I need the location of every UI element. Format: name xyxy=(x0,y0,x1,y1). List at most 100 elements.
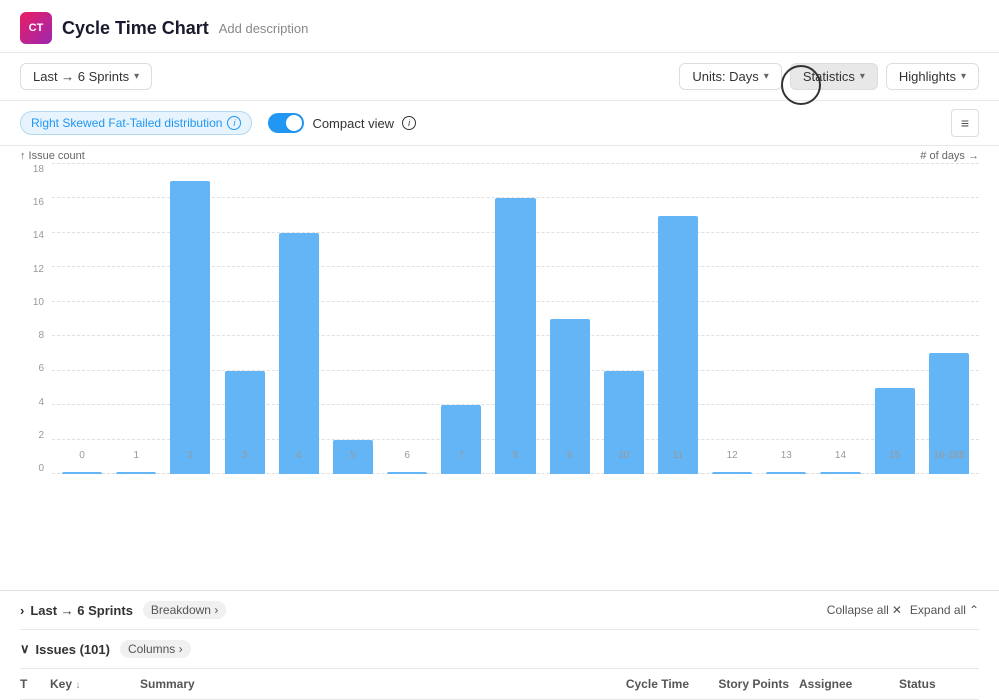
y-tick-6: 6 xyxy=(20,363,48,374)
bar-group-8[interactable] xyxy=(490,164,540,474)
sprint-section-label: Last → 6 Sprints xyxy=(30,603,133,618)
distribution-info-icon[interactable]: i xyxy=(227,116,241,130)
x-tick-7: 7 xyxy=(436,450,486,461)
x-tick-11: 11 xyxy=(653,450,703,461)
y-tick-14: 14 xyxy=(20,230,48,241)
highlights-button[interactable]: Highlights ▾ xyxy=(886,63,979,90)
col-header-status: Status xyxy=(899,677,979,691)
bar-8 xyxy=(495,198,535,474)
sprint-filter-chevron: ▾ xyxy=(134,71,139,82)
x-tick-10: 10 xyxy=(599,450,649,461)
key-sort-icon: ↓ xyxy=(75,680,80,691)
compact-view-toggle[interactable] xyxy=(268,113,304,133)
issues-columns-badge[interactable]: Columns › xyxy=(120,640,191,658)
toolbar: Last → 6 Sprints ▾ Units: Days ▾ Statist… xyxy=(0,53,999,101)
chart-area: ↑ Issue count # of days → 0 2 4 6 8 10 1… xyxy=(0,146,999,590)
statistics-chevron: ▾ xyxy=(860,71,865,82)
chart-options-left: Right Skewed Fat-Tailed distribution i C… xyxy=(20,111,416,135)
statistics-button[interactable]: Statistics ▾ xyxy=(790,63,878,90)
issues-section-header: ∨ Issues (101) Columns › xyxy=(20,630,979,669)
toolbar-right: Units: Days ▾ Statistics ▾ Highlights ▾ xyxy=(679,63,979,90)
x-tick-9: 9 xyxy=(545,450,595,461)
bar-group-16-18$[interactable] xyxy=(924,164,974,474)
statistics-label: Statistics xyxy=(803,69,855,84)
bar-group-6[interactable] xyxy=(382,164,432,474)
x-axis: 012345678910111213141516-18$ xyxy=(52,446,979,474)
bar-group-11[interactable] xyxy=(653,164,703,474)
y-tick-4: 4 xyxy=(20,397,48,408)
bar-group-15[interactable] xyxy=(870,164,920,474)
x-tick-5: 5 xyxy=(328,450,378,461)
y-tick-8: 8 xyxy=(20,330,48,341)
bar-4 xyxy=(279,233,319,474)
toolbar-left: Last → 6 Sprints ▾ xyxy=(20,63,152,90)
sprint-section-header: › Last → 6 Sprints Breakdown › Collapse … xyxy=(20,591,979,630)
x-tick-4: 4 xyxy=(274,450,324,461)
bar-group-12[interactable] xyxy=(707,164,757,474)
bars-container xyxy=(52,164,979,474)
sprint-filter-button[interactable]: Last → 6 Sprints ▾ xyxy=(20,63,152,90)
collapse-all-button[interactable]: Collapse all ✕ xyxy=(827,603,902,617)
x-tick-0: 0 xyxy=(57,450,107,461)
x-axis-label: # of days → xyxy=(920,150,979,162)
compact-view-info-icon[interactable]: i xyxy=(402,116,416,130)
col-header-summary: Summary xyxy=(140,677,589,691)
bar-group-14[interactable] xyxy=(815,164,865,474)
bar-group-0[interactable] xyxy=(57,164,107,474)
add-description-link[interactable]: Add description xyxy=(219,21,309,36)
highlights-label: Highlights xyxy=(899,69,956,84)
y-tick-0: 0 xyxy=(20,463,48,474)
y-tick-2: 2 xyxy=(20,430,48,441)
header: CT Cycle Time Chart Add description xyxy=(0,0,999,53)
sprint-breakdown-badge[interactable]: Breakdown › xyxy=(143,601,226,619)
col-header-cycle-time: Cycle Time xyxy=(599,677,689,691)
export-button[interactable]: ≡ xyxy=(951,109,979,137)
bar-11 xyxy=(658,216,698,474)
export-icon: ≡ xyxy=(961,115,969,131)
x-tick-6: 6 xyxy=(382,450,432,461)
units-chevron: ▾ xyxy=(764,71,769,82)
app-container: CT Cycle Time Chart Add description Last… xyxy=(0,0,999,700)
expand-all-button[interactable]: Expand all ⌃ xyxy=(910,603,979,617)
x-tick-13: 13 xyxy=(761,450,811,461)
issues-section-toggle[interactable]: ∨ Issues (101) xyxy=(20,641,110,657)
col-header-story-points: Story Points xyxy=(699,677,789,691)
bar-group-2[interactable] xyxy=(165,164,215,474)
issues-section-expand-icon: ∨ xyxy=(20,641,30,657)
x-tick-15: 15 xyxy=(870,450,920,461)
bar-group-10[interactable] xyxy=(599,164,649,474)
sections-area: › Last → 6 Sprints Breakdown › Collapse … xyxy=(0,590,999,700)
bar-group-5[interactable] xyxy=(328,164,378,474)
bar-group-4[interactable] xyxy=(274,164,324,474)
units-label: Units: Days xyxy=(692,69,758,84)
x-tick-1: 1 xyxy=(111,450,161,461)
x-tick-14: 14 xyxy=(815,450,865,461)
table-header: T Key ↓ Summary Cycle Time Story Points … xyxy=(20,669,979,700)
chart-inner: 012345678910111213141516-18$ xyxy=(52,164,979,474)
sprint-filter-label: Last → 6 Sprints xyxy=(33,69,129,84)
y-tick-12: 12 xyxy=(20,264,48,275)
y-tick-10: 10 xyxy=(20,297,48,308)
y-tick-18: 18 xyxy=(20,164,48,175)
bar-group-9[interactable] xyxy=(545,164,595,474)
bar-group-1[interactable] xyxy=(111,164,161,474)
x-tick-8: 8 xyxy=(490,450,540,461)
col-header-assignee: Assignee xyxy=(799,677,889,691)
sprint-section-toggle[interactable]: › Last → 6 Sprints xyxy=(20,603,133,618)
col-header-type: T xyxy=(20,677,40,691)
x-tick-16-18$: 16-18$ xyxy=(924,450,974,461)
x-tick-3: 3 xyxy=(220,450,270,461)
x-tick-12: 12 xyxy=(707,450,757,461)
chart-options: Right Skewed Fat-Tailed distribution i C… xyxy=(0,101,999,146)
compact-view-toggle-container: Compact view i xyxy=(268,113,416,133)
col-header-key[interactable]: Key ↓ xyxy=(50,677,130,691)
bar-group-7[interactable] xyxy=(436,164,486,474)
y-axis-label: ↑ Issue count xyxy=(20,150,85,162)
highlights-chevron: ▾ xyxy=(961,71,966,82)
bar-group-13[interactable] xyxy=(761,164,811,474)
units-button[interactable]: Units: Days ▾ xyxy=(679,63,782,90)
sprint-section-expand-icon: › xyxy=(20,603,24,618)
y-axis: 0 2 4 6 8 10 12 14 16 18 xyxy=(20,164,48,474)
bar-group-3[interactable] xyxy=(220,164,270,474)
y-tick-16: 16 xyxy=(20,197,48,208)
